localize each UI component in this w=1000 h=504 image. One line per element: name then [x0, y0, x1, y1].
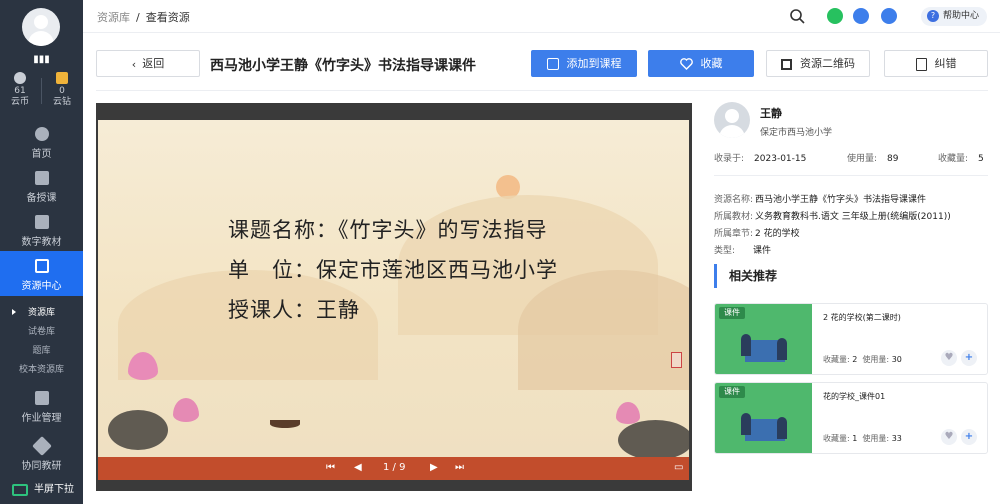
chevron-left-icon: ‹: [131, 57, 137, 71]
book-icon: [34, 215, 49, 229]
recommend-heading: 相关推荐: [714, 264, 777, 288]
card-tag: 课件: [719, 386, 745, 398]
info-resource-name: 资源名称: 西马池小学王静《竹字头》书法指导课课件: [714, 195, 927, 205]
qrcode-icon: [781, 58, 792, 70]
nav-resource-center[interactable]: 资源中心: [0, 251, 83, 296]
recommend-card[interactable]: 课件 2 花的学校(第二课时) 收藏量: 2 使用量: 30 ♥ +: [714, 303, 988, 375]
sub-resource-library[interactable]: 资源库: [0, 305, 83, 318]
homework-icon: [34, 391, 49, 405]
home-icon: [34, 127, 49, 141]
headset-icon[interactable]: [881, 8, 897, 24]
card-add-icon[interactable]: +: [961, 350, 977, 366]
page-title: 西马池小学王静《竹字头》书法指导课课件: [210, 58, 476, 74]
lotus-leaf: [108, 410, 168, 450]
top-bar: 资源库 / 查看资源 ? 帮助中心: [83, 0, 1000, 33]
card-thumbnail: 课件: [715, 383, 812, 453]
last-page-icon[interactable]: ⏭: [455, 462, 464, 473]
page-indicator: 1 / 9: [383, 462, 406, 473]
lotus-flower: [173, 398, 199, 422]
sidebar: ▮▮▮ 61 云币 0 云钻 首页 备授课 数字教材 资源中心 资源库 试卷库 …: [0, 0, 83, 504]
nav-lesson[interactable]: 备授课: [0, 169, 83, 205]
report-icon: [915, 57, 927, 71]
card-tag: 课件: [719, 307, 745, 319]
slide-line-teacher: 授课人：王静: [228, 298, 360, 322]
prev-page-icon[interactable]: ◀: [354, 462, 362, 473]
help-center-button[interactable]: ? 帮助中心: [921, 7, 988, 26]
card-add-icon[interactable]: +: [961, 429, 977, 445]
lesson-icon: [34, 171, 49, 185]
lotus-flower: [616, 402, 640, 424]
question-icon: ?: [927, 10, 939, 22]
qrcode-button[interactable]: 资源二维码: [766, 50, 870, 77]
divider: [96, 90, 988, 91]
coin-icon: [14, 72, 26, 84]
heart-icon: [679, 58, 693, 70]
next-page-icon[interactable]: ▶: [430, 462, 438, 473]
search-icon[interactable]: [789, 8, 805, 24]
seal-stamp: [671, 352, 682, 368]
slide-viewer[interactable]: 课题名称：《竹字头》的写法指导 单 位：保定市莲池区西马池小学 授课人：王静 ⏮…: [96, 103, 692, 491]
breadcrumb: 资源库 / 查看资源: [97, 11, 190, 24]
screen-icon: [12, 484, 28, 496]
info-chapter: 所属章节: 2 花的学校: [714, 229, 800, 239]
nav-home[interactable]: 首页: [0, 125, 83, 161]
usage-count: 使用量: 89: [847, 154, 899, 164]
author-school: 保定市西马池小学: [760, 128, 833, 138]
mountain: [118, 270, 378, 380]
report-error-button[interactable]: 纠错: [884, 50, 988, 77]
card-stats: 收藏量: 2 使用量: 30: [823, 355, 902, 364]
card-stats: 收藏量: 1 使用量: 33: [823, 434, 902, 443]
slide: 课题名称：《竹字头》的写法指导 单 位：保定市莲池区西马池小学 授课人：王静: [98, 120, 689, 457]
sub-question-bank[interactable]: 题库: [0, 343, 83, 356]
sub-school-library[interactable]: 校本资源库: [0, 362, 83, 375]
first-page-icon[interactable]: ⏮: [326, 462, 335, 473]
fullscreen-icon[interactable]: ▭: [674, 462, 683, 473]
author-name: 王静: [760, 107, 782, 120]
info-textbook: 所属教材: 义务教育教科书.语文 三年级上册(统编版(2011)): [714, 212, 951, 222]
author-avatar: [714, 102, 750, 138]
breadcrumb-resource-library[interactable]: 资源库: [97, 11, 130, 24]
diamond-icon: [56, 72, 68, 84]
card-heart-icon[interactable]: ♥: [941, 350, 957, 366]
mail-icon[interactable]: [853, 8, 869, 24]
slide-controls: ⏮ ◀ 1 / 9 ▶ ⏭ ▭: [98, 457, 689, 480]
resource-icon: [34, 259, 49, 273]
favorite-button[interactable]: 收藏: [648, 50, 754, 77]
nav-digital-textbook[interactable]: 数字教材: [0, 213, 83, 249]
sub-paper-library[interactable]: 试卷库: [0, 324, 83, 337]
slide-line-topic: 课题名称：《竹字头》的写法指导: [228, 218, 548, 242]
slide-line-unit: 单 位：保定市莲池区西马池小学: [228, 258, 558, 282]
back-button[interactable]: ‹ 返回: [96, 50, 200, 77]
avatar[interactable]: [22, 8, 60, 46]
card-title: 花的学校_课件01: [823, 392, 886, 401]
add-course-icon: [546, 58, 559, 70]
info-type: 类型: 课件: [714, 246, 772, 256]
recommend-card[interactable]: 课件 花的学校_课件01 收藏量: 1 使用量: 33 ♥ +: [714, 382, 988, 454]
breadcrumb-current: 查看资源: [145, 11, 190, 24]
boat: [270, 420, 300, 428]
nav-homework[interactable]: 作业管理: [0, 389, 83, 425]
diamond-stat: 0 云钻: [42, 72, 82, 108]
coin-stat: 61 云币: [0, 72, 40, 108]
card-heart-icon[interactable]: ♥: [941, 429, 957, 445]
lotus-leaf: [618, 420, 689, 457]
collected-date: 收录于: 2023-01-15: [714, 154, 807, 164]
half-screen-button[interactable]: 半屏下拉: [0, 476, 83, 504]
wechat-icon[interactable]: [827, 8, 843, 24]
card-title: 2 花的学校(第二课时): [823, 313, 901, 322]
user-name: ▮▮▮: [33, 54, 50, 65]
handshake-icon: [31, 436, 52, 456]
add-to-course-button[interactable]: 添加到课程: [531, 50, 637, 77]
divider: [714, 175, 988, 176]
favorite-count: 收藏量: 5: [938, 154, 984, 164]
card-thumbnail: 课件: [715, 304, 812, 374]
nav-collab-research[interactable]: 协同教研: [0, 436, 83, 473]
